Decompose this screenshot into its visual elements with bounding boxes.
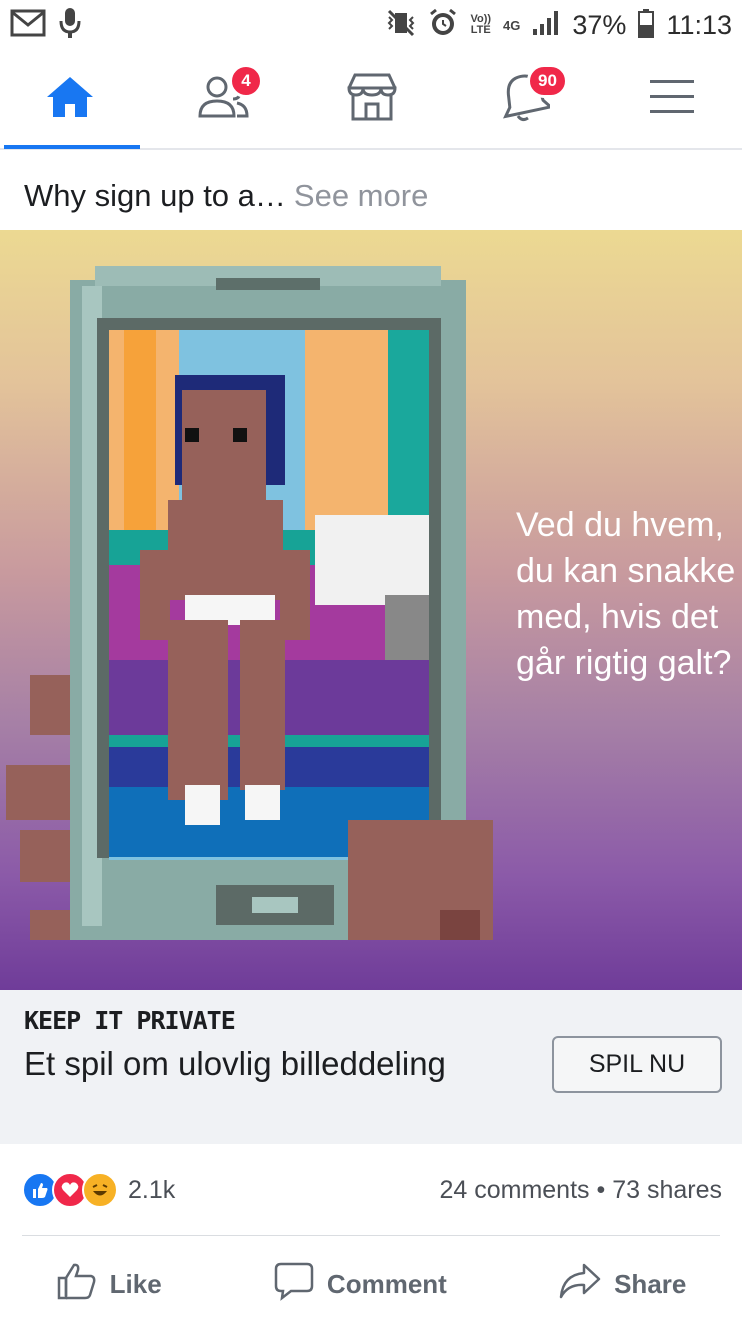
alarm-icon: [428, 8, 458, 43]
comments-count[interactable]: 24 comments: [439, 1176, 589, 1204]
ad-headline: KEEP IT PRIVATE: [24, 1006, 236, 1035]
vibrate-mute-icon: [386, 9, 416, 42]
nav-friends[interactable]: 4: [153, 50, 293, 148]
post-actions: Like Comment Share: [0, 1248, 742, 1320]
nav-home[interactable]: [0, 50, 140, 149]
ad-caption: Ved du hvem, du kan snakke med, hvis det…: [516, 506, 736, 682]
dot-separator: •: [596, 1175, 606, 1204]
marketplace-icon: [345, 72, 399, 127]
status-bar: Vo)) LTE 4G 37% 11:13: [0, 0, 742, 50]
post-body: Why sign up to a…: [24, 178, 286, 213]
nav-menu[interactable]: [602, 50, 742, 148]
friends-badge: 4: [229, 64, 263, 98]
notifications-badge: 90: [527, 64, 568, 98]
share-button[interactable]: Share: [558, 1261, 686, 1308]
network-type: 4G: [503, 17, 521, 33]
battery-percent: 37%: [572, 9, 627, 40]
nav-marketplace[interactable]: [302, 50, 442, 148]
see-more-link[interactable]: See more: [294, 178, 428, 213]
thumbs-up-icon: [56, 1261, 98, 1308]
share-icon: [558, 1261, 602, 1308]
post-text: Why sign up to a… See more: [0, 150, 742, 230]
signal-icon: [532, 9, 560, 42]
divider: [22, 1235, 720, 1236]
reaction-count: 2.1k: [128, 1175, 176, 1204]
play-now-button[interactable]: SPIL NU: [552, 1036, 722, 1093]
like-label: Like: [109, 1268, 162, 1299]
home-icon: [44, 74, 96, 125]
ad-image[interactable]: Ved du hvem, du kan snakke med, hvis det…: [0, 230, 742, 990]
engagement-counts: 24 comments • 73 shares: [439, 1176, 722, 1205]
ad-cta-section[interactable]: KEEP IT PRIVATE Et spil om ulovlig bille…: [0, 990, 742, 1144]
haha-reaction-icon: [82, 1172, 118, 1208]
ad-description: Et spil om ulovlig billeddeling: [24, 1045, 446, 1082]
nav-notifications[interactable]: 90: [455, 50, 595, 148]
like-button[interactable]: Like: [56, 1261, 162, 1308]
reaction-summary[interactable]: 2.1k: [22, 1172, 175, 1208]
comment-icon: [273, 1261, 315, 1308]
shares-count[interactable]: 73 shares: [612, 1176, 722, 1204]
battery-icon: [638, 8, 655, 43]
comment-button[interactable]: Comment: [273, 1261, 447, 1308]
top-nav-bar: 4 90: [0, 50, 742, 150]
clock: 11:13: [666, 9, 732, 40]
share-label: Share: [614, 1268, 687, 1299]
menu-icon: [649, 77, 695, 122]
volte-icon: Vo)) LTE: [470, 13, 492, 36]
microphone-icon: [58, 6, 82, 45]
comment-label: Comment: [326, 1268, 447, 1299]
reactions-bar: 2.1k 24 comments • 73 shares: [22, 1160, 722, 1220]
gmail-icon: [10, 8, 46, 43]
